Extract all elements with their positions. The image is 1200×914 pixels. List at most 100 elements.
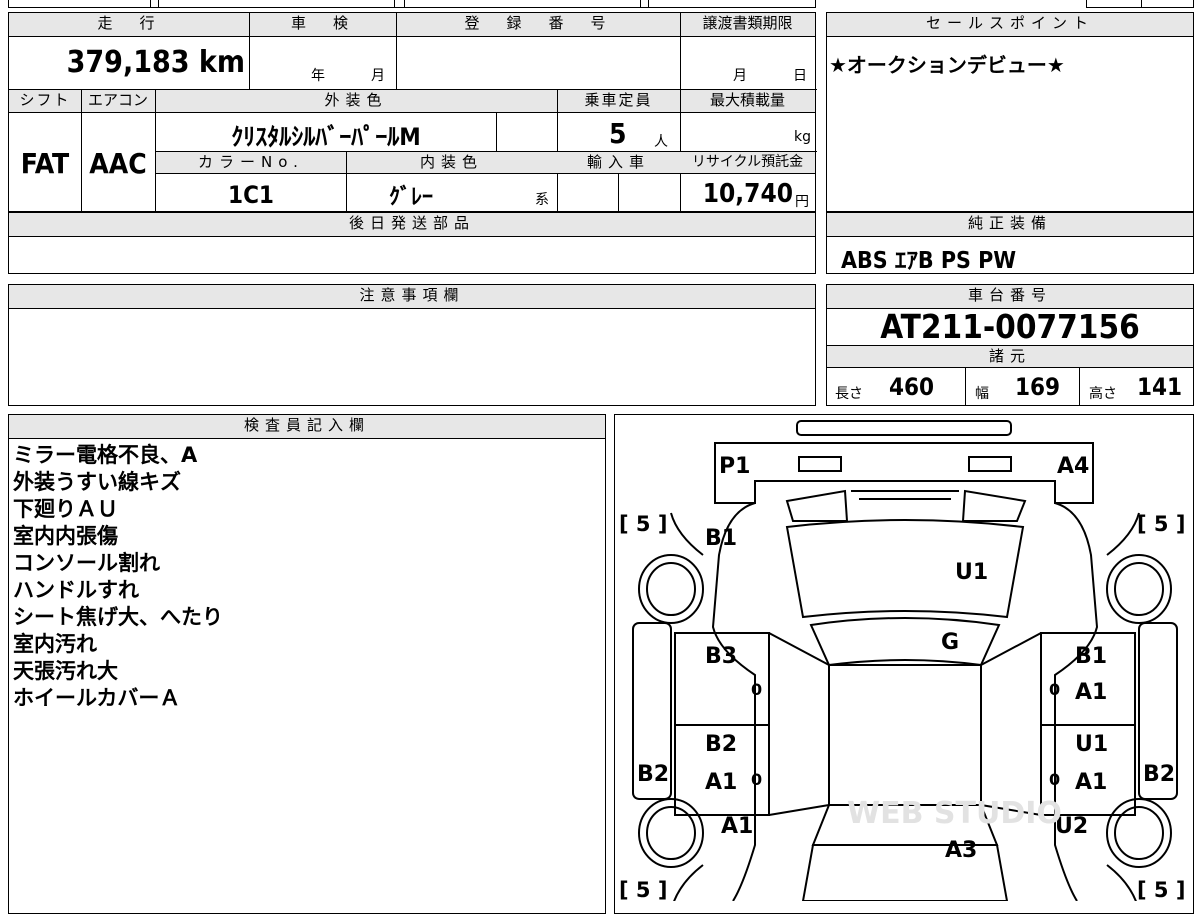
left-pillars-shape — [768, 632, 830, 816]
aircon-header: エアコン — [81, 90, 155, 113]
label-b2-side-left: B2 — [637, 762, 669, 787]
note-line: 室内内張傷 — [13, 524, 118, 548]
inspection-header: 車 検 — [249, 13, 396, 37]
front-right-wheel-inner-shape — [1114, 562, 1164, 616]
front-outline-shape — [714, 442, 1094, 504]
label-b3: B3 — [705, 644, 737, 669]
sales-point-text: ★オークションデビュー★ — [829, 53, 1065, 77]
note-line: 下廻りＡＵ — [13, 497, 118, 521]
exterior-color-header: 外装色 — [155, 90, 557, 113]
zero-mark: 0 — [751, 680, 762, 699]
dims-header: 諸元 — [827, 346, 1193, 368]
equipment-header: 純正装備 — [827, 213, 1193, 237]
caution-header: 注意事項欄 — [9, 285, 815, 309]
note-line: 天張汚れ大 — [13, 659, 118, 683]
rear-right-wheel-shape — [1106, 798, 1172, 868]
label-a1-right-lower: A1 — [1075, 770, 1107, 795]
tire-rl-tread: [ 5 ] — [619, 878, 667, 901]
label-a1-left-door: A1 — [705, 770, 737, 795]
later-parts-header: 後日発送部品 — [9, 213, 815, 237]
color-no-header: カラーNo. — [156, 152, 346, 174]
label-a1-rear-left: A1 — [721, 814, 753, 839]
shift-value: FAT — [20, 147, 70, 180]
chassis-box: 車台番号 AT211-0077156 諸元 長さ 460 幅 169 高さ 14… — [826, 284, 1194, 406]
later-parts-box: 後日発送部品 — [8, 212, 816, 274]
zero-mark: 0 — [1049, 770, 1060, 789]
label-a3-rear: A3 — [945, 838, 977, 863]
inspector-notes-header: 検査員記入欄 — [9, 415, 605, 439]
label-b2-side-right: B2 — [1143, 762, 1175, 787]
grille-center-shape — [851, 490, 959, 500]
vehicle-info-table: 走 行 車 検 登 録 番 号 譲渡書類期限 379,183 km 年 月 月 … — [8, 12, 817, 213]
inspection-month-unit: 月 — [371, 68, 385, 84]
load-unit: kg — [794, 129, 811, 145]
zero-mark: 0 — [751, 770, 762, 789]
length-value: 460 — [889, 373, 935, 401]
inspector-notes-box: 検査員記入欄 ミラー電格不良、A 外装うすい線キズ 下廻りＡＵ 室内内張傷 コン… — [8, 414, 606, 914]
note-line: コンソール割れ — [13, 551, 160, 575]
right-pillars-shape — [980, 632, 1042, 816]
mileage-header: 走 行 — [9, 13, 249, 37]
height-value: 141 — [1137, 373, 1183, 401]
width-value: 169 — [1015, 373, 1061, 401]
front-right-wheel-shape — [1106, 554, 1172, 624]
top-strip-fragment — [8, 0, 816, 8]
windshield-shape — [809, 617, 1001, 667]
mileage-value: 379,183 km — [66, 45, 245, 80]
recycle-header: リサイクル預託金 — [680, 152, 815, 174]
front-left-wheel-shape — [638, 554, 704, 624]
top-strip-fragment-right — [1086, 0, 1194, 8]
chassis-number: AT211-0077156 — [880, 307, 1140, 346]
inspection-year-unit: 年 — [311, 68, 325, 84]
rear-right-wheel-inner-shape — [1114, 806, 1164, 860]
deadline-month-unit: 月 — [733, 68, 747, 84]
inspector-notes-list: ミラー電格不良、A 外装うすい線キズ 下廻りＡＵ 室内内張傷 コンソール割れ ハ… — [13, 442, 223, 712]
damage-diagram-box: P1 A4 B1 U1 G B3 B1 A1 B2 A1 U1 A1 B2 B2… — [614, 414, 1194, 914]
label-a1-right-upper: A1 — [1075, 680, 1107, 705]
note-line: シート焦げ大、へたり — [13, 605, 223, 629]
label-u1-right: U1 — [1075, 732, 1108, 757]
label-u1-hood: U1 — [955, 560, 988, 585]
equipment-text: ABS ｴｱB PS PW — [841, 248, 1017, 274]
color-no-value: 1C1 — [228, 181, 274, 209]
note-line: ハンドルすれ — [13, 578, 139, 602]
note-line: 外装うすい線キズ — [13, 470, 181, 494]
aircon-value: AAC — [89, 147, 147, 180]
grille-right-shape — [961, 489, 1027, 522]
front-bumper-shape — [796, 420, 1012, 436]
exterior-color-value: ｸﾘｽﾀﾙｼﾙﾊﾞｰﾊﾟｰﾙM — [231, 123, 421, 151]
label-p1: P1 — [719, 454, 750, 479]
capacity-value: 5 — [609, 117, 627, 150]
tire-fl-tread: [ 5 ] — [619, 512, 667, 536]
roof-shape — [828, 664, 982, 806]
recycle-unit: 円 — [795, 194, 809, 210]
label-b1-front-left: B1 — [705, 526, 737, 551]
height-label: 高さ — [1089, 386, 1117, 402]
right-headlight-shape — [968, 456, 1012, 472]
capacity-unit: 人 — [654, 134, 668, 150]
max-load-header: 最大積載量 — [680, 90, 815, 113]
rear-left-wheel-inner-shape — [646, 806, 696, 860]
registration-header: 登 録 番 号 — [396, 13, 680, 37]
zero-mark: 0 — [1049, 680, 1060, 699]
note-line: 室内汚れ — [13, 632, 97, 656]
label-b2-left-door: B2 — [705, 732, 737, 757]
sales-point-header: セールスポイント — [827, 13, 1193, 37]
sales-point-box: セールスポイント ★オークションデビュー★ — [826, 12, 1194, 212]
recycle-value: 10,740 — [702, 179, 793, 209]
watermark: WEB STUDIO — [847, 796, 1062, 831]
tire-fr-tread: [ 5 ] — [1137, 512, 1185, 536]
transfer-deadline-header: 譲渡書類期限 — [680, 13, 815, 37]
equipment-box: 純正装備 ABS ｴｱB PS PW — [826, 212, 1194, 274]
label-a4: A4 — [1057, 454, 1089, 479]
interior-color-suffix: 系 — [535, 192, 549, 208]
chassis-header: 車台番号 — [827, 285, 1193, 309]
body-left-shape — [711, 502, 756, 901]
interior-color-value: ｸﾞﾚｰ — [389, 185, 434, 210]
import-header: 輸入車 — [557, 152, 680, 174]
length-label: 長さ — [835, 386, 863, 402]
note-line: ミラー電格不良、A — [13, 443, 198, 467]
capacity-header: 乗車定員 — [557, 90, 680, 113]
rear-left-wheel-shape — [638, 798, 704, 868]
left-headlight-shape — [798, 456, 842, 472]
